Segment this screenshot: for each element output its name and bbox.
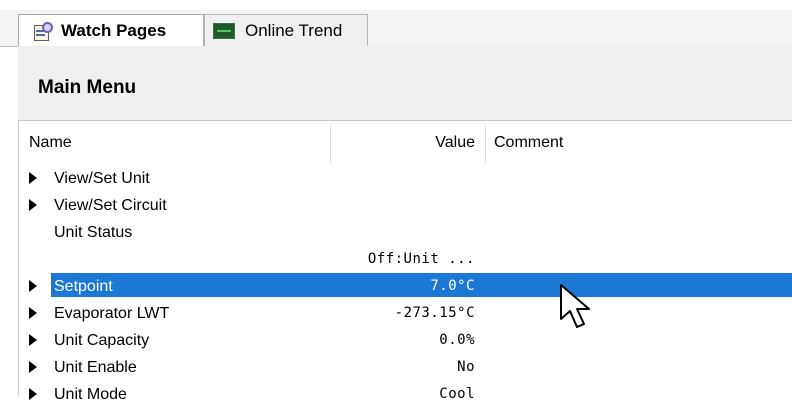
tab-online-trend-label: Online Trend	[245, 20, 343, 40]
expand-arrow-icon[interactable]	[29, 307, 37, 319]
list-item-evaporator-lwt[interactable]: Evaporator LWT -273.15°C	[19, 300, 792, 327]
row-label: View/Set Unit	[54, 170, 150, 187]
expand-arrow-icon[interactable]	[29, 280, 37, 292]
list-item-view-set-unit[interactable]: View/Set Unit	[19, 165, 792, 192]
list-item-unit-status-value[interactable]: Off:Unit ...	[19, 246, 792, 273]
column-header-value[interactable]: Value	[319, 134, 475, 152]
tab-strip: Watch Pages Online Trend	[0, 10, 792, 47]
row-label: Unit Status	[54, 224, 133, 241]
row-value: Off:Unit ...	[367, 251, 475, 267]
row-value: No	[457, 359, 475, 375]
list-item-unit-status[interactable]: Unit Status	[19, 219, 792, 246]
list-item-view-set-circuit[interactable]: View/Set Circuit	[19, 192, 792, 219]
row-label: Unit Enable	[54, 359, 137, 376]
page-title: Main Menu	[38, 77, 137, 98]
row-label: Evaporator LWT	[54, 305, 170, 322]
row-label: Setpoint	[54, 278, 113, 295]
mouse-pointer-icon	[560, 284, 590, 328]
tab-watch-pages[interactable]: Watch Pages	[18, 14, 204, 47]
tab-online-trend[interactable]: Online Trend	[204, 14, 368, 46]
row-value: Cool	[439, 386, 475, 402]
row-value: 0.0%	[439, 332, 475, 348]
expand-arrow-icon[interactable]	[29, 361, 37, 373]
expand-arrow-icon[interactable]	[29, 172, 37, 184]
trend-icon	[213, 22, 235, 39]
list-item-unit-capacity[interactable]: Unit Capacity 0.0%	[19, 327, 792, 354]
window-top-edge	[0, 0, 792, 10]
column-header-name[interactable]: Name	[29, 134, 72, 152]
row-label: Unit Capacity	[54, 332, 150, 349]
row-value: -273.15°C	[394, 305, 475, 321]
grid-header: Name Value Comment	[19, 121, 792, 162]
row-label: Unit Mode	[54, 386, 127, 403]
expand-arrow-icon[interactable]	[29, 199, 37, 211]
watch-grid: Name Value Comment View/Set Unit View/Se…	[18, 120, 792, 403]
row-value: 7.0°C	[430, 278, 475, 294]
row-label: View/Set Circuit	[54, 197, 167, 214]
list-item-unit-enable[interactable]: Unit Enable No	[19, 354, 792, 381]
column-divider[interactable]	[485, 126, 486, 162]
expand-arrow-icon[interactable]	[29, 388, 37, 400]
expand-arrow-icon[interactable]	[29, 334, 37, 346]
watch-pages-icon	[33, 22, 53, 41]
tab-watch-pages-label: Watch Pages	[61, 21, 167, 40]
list-item-unit-mode[interactable]: Unit Mode Cool	[19, 381, 792, 408]
column-header-comment[interactable]: Comment	[494, 134, 563, 152]
list-item-setpoint[interactable]: Setpoint 7.0°C	[19, 273, 792, 300]
